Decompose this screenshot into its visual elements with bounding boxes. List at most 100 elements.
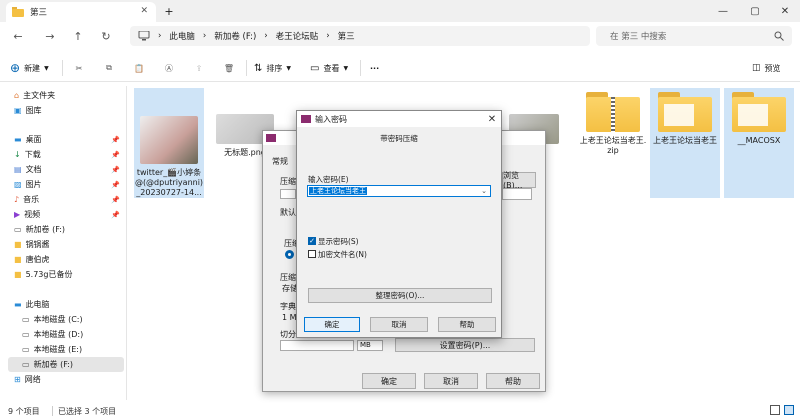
minimize-button[interactable]: — [708, 0, 738, 22]
rename-icon[interactable]: Ⓐ [160, 59, 178, 77]
sidebar-item-this-pc[interactable]: ▬ 此电脑 [8, 297, 124, 312]
picture-icon: ▨ [14, 180, 22, 189]
new-button[interactable]: ⊕ 新建 ▼ [10, 59, 49, 77]
sidebar-item-drive-d[interactable]: ▭ 本地磁盘 (D:) [8, 327, 124, 342]
share-icon[interactable]: ⇪ [190, 59, 208, 77]
update-mode-select[interactable] [502, 188, 532, 200]
password-dialog-title: 输入密码 [315, 114, 347, 124]
breadcrumb-item[interactable]: 老王论坛贴 [276, 30, 319, 42]
sidebar-item-drive-f-selected[interactable]: ▭ 新加卷 (F:) [8, 357, 124, 372]
sidebar-item-drive-f[interactable]: ▭ 新加卷 (F:) [8, 222, 124, 237]
password-dialog-titlebar: 输入密码 [297, 111, 501, 127]
cut-icon[interactable]: ✂ [70, 59, 88, 77]
drive-icon: ▭ [22, 315, 30, 324]
encrypt-filenames-checkbox[interactable] [308, 250, 316, 258]
tiles-view-icon[interactable] [784, 405, 794, 415]
computer-icon: ▬ [14, 300, 22, 309]
breadcrumb-item[interactable]: 此电脑 [169, 30, 195, 42]
tab-general[interactable]: 常规 [272, 156, 288, 167]
file-item[interactable]: twitter_🎬小婷条 @(@dputriyanni)_20230727-14… [134, 88, 204, 198]
sidebar-item-label: 视频 [24, 210, 41, 219]
ok-button[interactable]: 确定 [362, 373, 416, 389]
show-password-checkbox[interactable]: ✓ [308, 237, 316, 245]
sidebar-item-music[interactable]: ♪ 音乐 📌 [8, 192, 124, 207]
file-item[interactable]: __MACOSX [724, 88, 794, 198]
tab-close-icon[interactable]: ✕ [140, 6, 148, 16]
sidebar-item-label: 新加卷 (F:) [33, 360, 74, 369]
preview-button[interactable]: ◫ 预览 [752, 59, 781, 77]
cancel-button[interactable]: 取消 [370, 317, 428, 332]
chevron-down-icon[interactable]: ⌄ [481, 187, 487, 195]
copy-icon[interactable]: ⧉ [100, 59, 118, 77]
close-button[interactable]: ✕ [770, 0, 800, 22]
music-icon: ♪ [14, 195, 20, 204]
browse-button[interactable]: 浏览(B)... [502, 171, 536, 190]
new-button-label: 新建 [24, 63, 41, 73]
help-button[interactable]: 帮助 [438, 317, 496, 332]
folder-icon: ■ [14, 255, 22, 264]
chevron-down-icon: ▼ [343, 64, 349, 72]
split-size-input[interactable] [280, 340, 354, 351]
sidebar-item-network[interactable]: ⊞ 网络 [8, 372, 124, 387]
new-tab-button[interactable]: + [160, 2, 178, 20]
help-button[interactable]: 帮助 [486, 373, 540, 389]
navigation-pane: ⌂ 主文件夹 ▣ 图库 ▬ 桌面 📌 ↓ 下载 📌 ▤ 文档 📌 ▨ 图片 📌 ♪ 音乐 📌 ▶ 视频 📌 … [0, 86, 126, 400]
file-item[interactable]: 上老王论坛当老王 [650, 88, 720, 198]
pin-icon: 📌 [111, 195, 120, 204]
forward-button[interactable]: → [40, 26, 60, 46]
organize-passwords-button[interactable]: 整理密码(O)... [308, 288, 492, 303]
encrypt-filenames-label: 加密文件名(N) [318, 250, 367, 259]
password-input[interactable]: 上老王论坛当老王 ⌄ [307, 185, 491, 197]
pin-icon: 📌 [111, 210, 120, 219]
up-button[interactable]: ↑ [68, 26, 88, 46]
format-radio[interactable] [285, 250, 294, 259]
sidebar-item-downloads[interactable]: ↓ 下载 📌 [8, 147, 124, 162]
close-icon[interactable]: ✕ [484, 111, 500, 127]
address-bar[interactable]: › 此电脑 › 新加卷 (F:) › 老王论坛贴 › 第三 [130, 26, 590, 46]
ok-button[interactable]: 确定 [304, 317, 360, 332]
sidebar-item-folder[interactable]: ■ 锅锅酱 [8, 237, 124, 252]
search-placeholder: 在 第三 中搜索 [610, 32, 667, 42]
more-button[interactable]: ··· [370, 59, 379, 77]
computer-icon [138, 31, 150, 41]
back-button[interactable]: ← [8, 26, 28, 46]
delete-icon[interactable]: 🗑 [220, 59, 238, 77]
selection-count: 已选择 3 个项目 [58, 407, 117, 416]
sidebar-item-drive-c[interactable]: ▭ 本地磁盘 (C:) [8, 312, 124, 327]
breadcrumb-item[interactable]: 第三 [338, 30, 355, 42]
drive-icon: ▭ [22, 345, 30, 354]
network-icon: ⊞ [14, 375, 21, 384]
refresh-button[interactable]: ↻ [96, 26, 116, 46]
desktop-icon: ▬ [14, 135, 22, 144]
paste-icon[interactable]: 📋 [130, 59, 148, 77]
sidebar-item-drive-e[interactable]: ▭ 本地磁盘 (E:) [8, 342, 124, 357]
sidebar-item-label: 5.73g已备份 [25, 270, 73, 279]
split-unit-select[interactable]: MB [357, 340, 383, 351]
sidebar-item-documents[interactable]: ▤ 文档 📌 [8, 162, 124, 177]
breadcrumb-item[interactable]: 新加卷 (F:) [214, 30, 256, 42]
set-password-button[interactable]: 设置密码(P)... [395, 338, 535, 352]
sidebar-item-pictures[interactable]: ▨ 图片 📌 [8, 177, 124, 192]
sidebar-item-home[interactable]: ⌂ 主文件夹 [8, 88, 124, 103]
gallery-icon: ▣ [14, 106, 22, 115]
cancel-button[interactable]: 取消 [424, 373, 478, 389]
breadcrumb-separator: › [202, 31, 207, 41]
sort-button[interactable]: ⇅ 排序 ▼ [254, 59, 291, 77]
details-view-icon[interactable] [770, 405, 780, 415]
sidebar-item-gallery[interactable]: ▣ 图库 [8, 103, 124, 118]
maximize-button[interactable]: ▢ [740, 0, 770, 22]
sidebar-item-label: 锅锅酱 [25, 240, 50, 249]
sidebar-item-desktop[interactable]: ▬ 桌面 📌 [8, 132, 124, 147]
sidebar-item-folder[interactable]: ■ 5.73g已备份 [8, 267, 124, 282]
file-name: 上老王论坛当老王 [653, 136, 717, 145]
sidebar-item-videos[interactable]: ▶ 视频 📌 [8, 207, 124, 222]
view-button[interactable]: ▭ 查看 ▼ [310, 59, 348, 77]
search-input[interactable]: 在 第三 中搜索 [596, 26, 792, 46]
sidebar-item-folder[interactable]: ■ 唐伯虎 [8, 252, 124, 267]
tab-active[interactable]: 第三 ✕ [6, 2, 156, 22]
document-icon: ▤ [14, 165, 22, 174]
sort-icon: ⇅ [254, 62, 263, 74]
file-item[interactable]: 上老王论坛当老王.zip [578, 88, 648, 198]
archive-name-field[interactable] [280, 189, 296, 199]
winrar-icon [266, 134, 276, 142]
